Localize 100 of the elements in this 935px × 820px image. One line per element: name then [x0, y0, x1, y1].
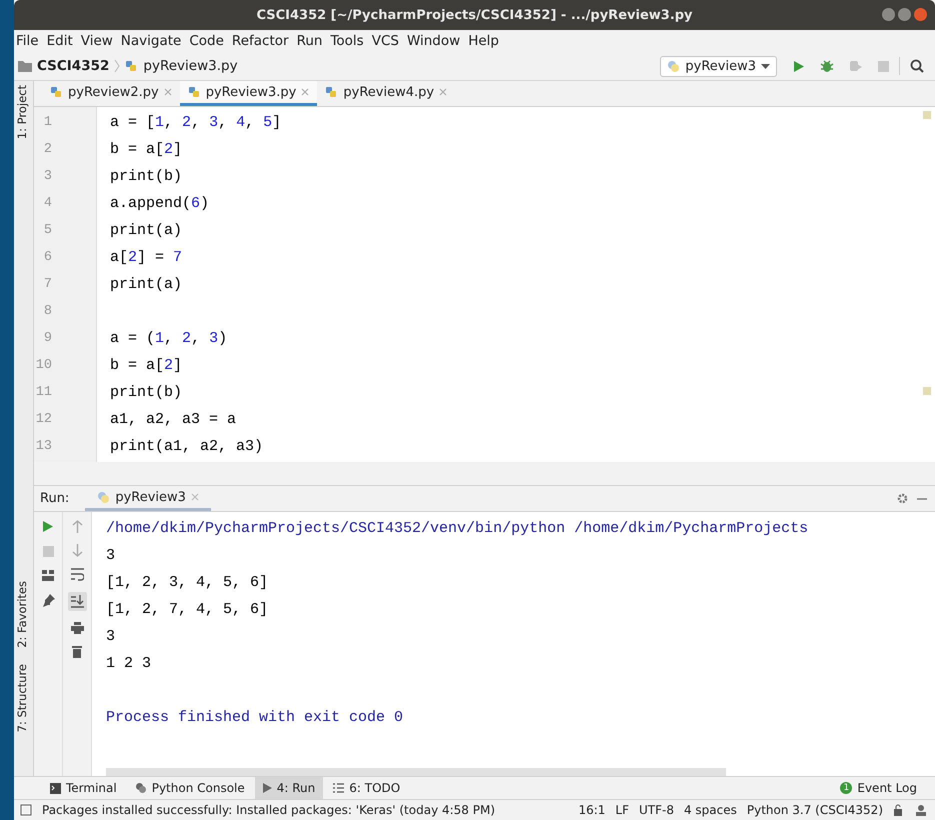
tool-window-tab[interactable]: 6: TODO [325, 777, 408, 799]
pin-icon[interactable] [42, 594, 54, 607]
line-number: 4 [42, 195, 53, 213]
editor-tab[interactable]: pyReview3.py [180, 81, 318, 106]
console-line: 1 2 3 [106, 654, 152, 674]
code-line: b = a[2] [110, 357, 182, 374]
console-line: 3 [106, 546, 116, 566]
python-file-icon [325, 86, 338, 98]
down-arrow-icon[interactable] [72, 544, 82, 557]
lock-icon[interactable] [893, 804, 905, 816]
status-item[interactable]: UTF-8 [638, 803, 674, 817]
code-line: a.append(6) [110, 195, 210, 212]
code-line: print(a) [110, 276, 182, 293]
tool-window-button[interactable]: 7: Structure [15, 664, 29, 732]
menu-item[interactable]: Refactor [232, 33, 289, 49]
console-line: [1, 2, 7, 4, 5, 6] [106, 600, 270, 620]
panel-label: Run: [40, 491, 70, 506]
code-line: a1, a2, a3 = a [110, 411, 236, 428]
menu-item[interactable]: File [16, 33, 39, 49]
close-icon[interactable] [301, 88, 310, 96]
menu-item[interactable]: Run [296, 33, 322, 49]
status-message: Packages installed successfully: Installed packages: 'Keras' (today 4:58 PM) [42, 803, 496, 817]
code-line: a[2] = 7 [110, 249, 182, 266]
bug-icon[interactable] [820, 59, 834, 73]
python-file-icon [188, 86, 201, 98]
line-number: 6 [42, 249, 53, 267]
console-line: [1, 2, 3, 4, 5, 6] [106, 573, 270, 593]
code-line: b = a[2] [110, 141, 182, 158]
close-icon[interactable] [190, 493, 199, 501]
layout-icon[interactable] [42, 570, 54, 581]
tool-window-tab[interactable]: 4: Run [254, 777, 324, 799]
close-button[interactable] [914, 8, 927, 21]
close-icon[interactable] [439, 88, 448, 96]
python-icon [97, 490, 110, 504]
line-number: 2 [42, 141, 53, 159]
console-line: 3 [106, 627, 116, 647]
scroll-to-end-button[interactable] [68, 592, 86, 611]
menu-item[interactable]: VCS [372, 33, 399, 49]
warning-stripe [923, 387, 931, 395]
settings-icon[interactable] [896, 492, 909, 505]
tool-window-button[interactable]: 2: Favorites [15, 581, 29, 648]
code-line: print(b) [110, 168, 182, 185]
notification-badge: 1 [840, 782, 852, 794]
code-line: print(b) [110, 384, 182, 401]
tool-window-tab[interactable]: Terminal [42, 777, 125, 799]
code-line: print(a1, a2, a3) [110, 438, 264, 455]
search-icon[interactable] [910, 59, 924, 73]
line-number: 9 [42, 330, 53, 348]
menu-item[interactable]: Edit [46, 33, 73, 49]
caret-icon [761, 64, 770, 68]
python-file-icon [125, 60, 138, 72]
code-line: print(a) [110, 222, 182, 239]
menu-item[interactable]: Navigate [120, 33, 182, 49]
editor-tab[interactable]: pyReview4.py [317, 81, 456, 106]
line-number: 10 [34, 357, 53, 375]
status-item[interactable]: 4 spaces [684, 803, 737, 817]
print-icon[interactable] [70, 622, 84, 634]
minimize-button[interactable] [882, 8, 895, 21]
tool-window-tab[interactable]: Python Console [126, 777, 253, 799]
horizontal-scrollbar[interactable] [106, 768, 726, 776]
tool-window-button[interactable]: 1: Project [15, 85, 29, 140]
line-number: 5 [42, 222, 53, 240]
line-number: 3 [42, 168, 53, 186]
python-icon [134, 782, 147, 794]
rerun-icon[interactable] [42, 520, 54, 533]
folder-icon [18, 60, 32, 72]
breadcrumb-item[interactable]: CSCI4352 [37, 58, 110, 74]
menu-item[interactable]: Help [468, 33, 499, 49]
code-line: a = [1, 2, 3, 4, 5] [110, 114, 282, 131]
run-configuration-dropdown[interactable]: pyReview3 [660, 56, 777, 76]
window-icon[interactable] [20, 804, 32, 816]
breadcrumb-item[interactable]: pyReview3.py [143, 58, 238, 74]
up-arrow-icon[interactable] [72, 520, 82, 533]
line-number: 13 [34, 438, 53, 456]
run-icon[interactable] [793, 60, 805, 72]
close-icon[interactable] [164, 88, 172, 96]
line-number: 12 [34, 411, 53, 429]
scroll-to-end-icon [70, 595, 84, 608]
status-item[interactable]: LF [615, 803, 629, 817]
warning-stripe [923, 111, 931, 119]
python-icon [667, 60, 680, 72]
chevron-icon [114, 59, 120, 73]
trash-icon[interactable] [72, 645, 82, 658]
menu-item[interactable]: Window [406, 33, 460, 49]
menu-item[interactable]: Tools [330, 33, 364, 49]
menu-item[interactable]: Code [189, 33, 224, 49]
status-item[interactable]: Python 3.7 (CSCI4352) [746, 803, 883, 817]
list-icon [333, 783, 344, 793]
maximize-button[interactable] [898, 8, 911, 21]
event-log-button[interactable]: 1 Event Log [832, 777, 925, 799]
menu-item[interactable]: View [80, 33, 113, 49]
line-number: 8 [42, 303, 53, 321]
line-number: 7 [42, 276, 53, 294]
soft-wrap-icon[interactable] [70, 568, 84, 581]
line-number: 1 [42, 114, 53, 132]
editor-tab[interactable]: pyReview2.py [42, 81, 180, 106]
terminal-icon [50, 782, 61, 794]
window-title: CSCI4352 [~/PycharmProjects/CSCI4352] - .../pyReview3.py [256, 8, 693, 22]
status-item[interactable]: 16:1 [578, 803, 606, 817]
console-line: /home/dkim/PycharmProjects/CSCI4352/venv/bin/python /home/dkim/PycharmProjects [106, 519, 810, 539]
